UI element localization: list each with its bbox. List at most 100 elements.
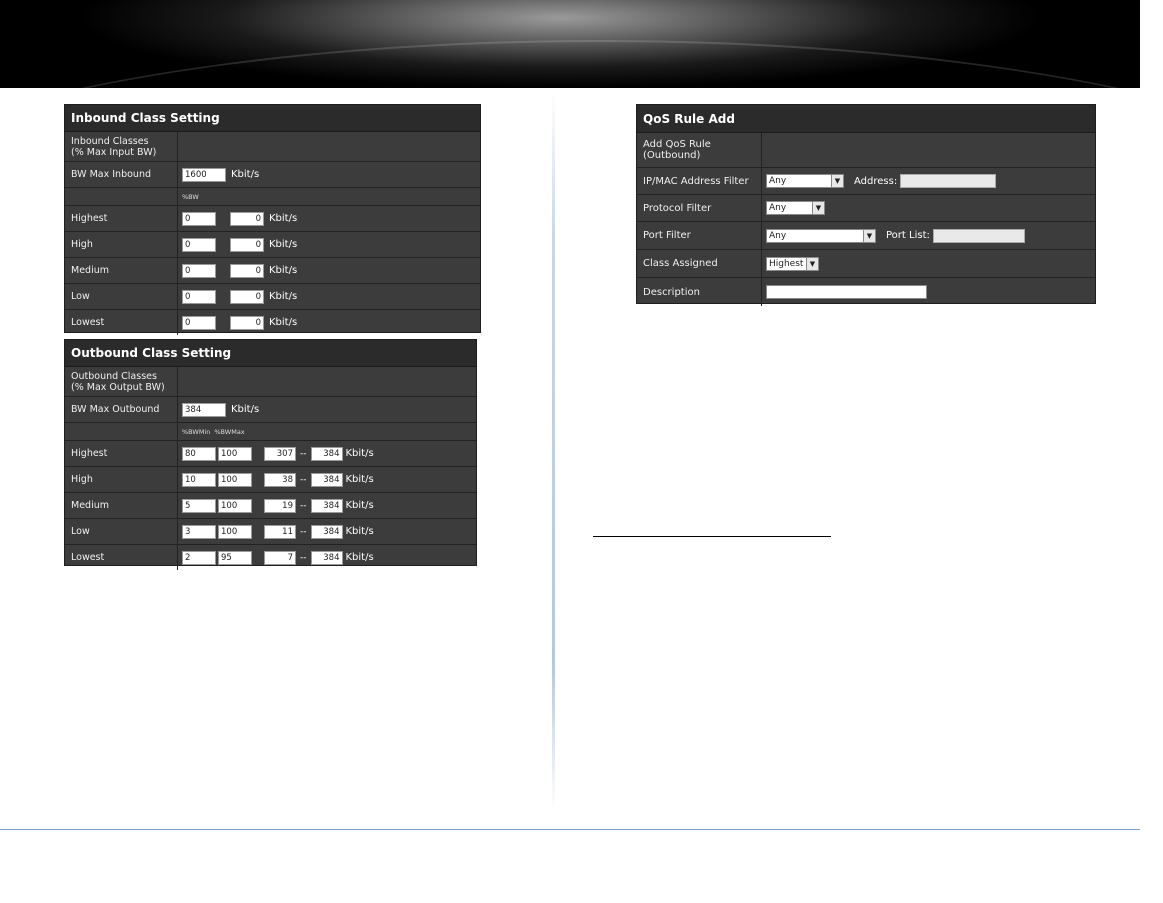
bwmin-input[interactable]: 10 bbox=[182, 472, 216, 487]
port-list-input[interactable] bbox=[932, 228, 1025, 243]
kbit-max-value: 384 bbox=[310, 446, 343, 461]
inbound-class-row: Lowest 0 0 Kbit/s bbox=[65, 310, 480, 335]
chevron-down-icon: ▼ bbox=[806, 257, 818, 270]
range-separator: -- bbox=[300, 500, 307, 511]
protocol-filter-select[interactable]: Any ▼ bbox=[766, 201, 825, 215]
bwmin-input[interactable]: 3 bbox=[182, 524, 216, 539]
page-divider bbox=[552, 92, 555, 812]
unit-label: Kbit/s bbox=[345, 500, 374, 511]
unit-label: Kbit/s bbox=[345, 474, 374, 485]
kbit-min-value: 7 bbox=[264, 550, 296, 565]
text-underline bbox=[593, 536, 831, 537]
range-separator: -- bbox=[300, 474, 307, 485]
outbound-class-row: High 10 100 38 -- 384 Kbit/s bbox=[65, 467, 476, 493]
inbound-class-label: Medium bbox=[65, 258, 178, 283]
outbound-class-row: Lowest 2 95 7 -- 384 Kbit/s bbox=[65, 545, 476, 570]
qos-title: QoS Rule Add bbox=[637, 105, 1095, 133]
kbit-max-value: 384 bbox=[310, 472, 343, 487]
ipmac-filter-label: IP/MAC Address Filter bbox=[637, 168, 762, 194]
outbound-class-panel: Outbound Class Setting Outbound Classes … bbox=[64, 339, 477, 570]
bw-max-outbound-input[interactable]: 384 bbox=[182, 402, 226, 417]
outbound-classes-row: Outbound Classes (% Max Output BW) bbox=[65, 367, 476, 397]
inbound-class-label: Lowest bbox=[65, 310, 178, 335]
bwmin-header: %BWMin bbox=[182, 427, 211, 436]
port-filter-value: Any bbox=[769, 230, 787, 241]
bwmax-input[interactable]: 100 bbox=[218, 472, 252, 487]
chevron-down-icon: ▼ bbox=[863, 229, 875, 242]
unit-label: Kbit/s bbox=[231, 404, 260, 415]
ipmac-filter-row: IP/MAC Address Filter Any ▼ Address: bbox=[637, 168, 1095, 195]
description-input[interactable] bbox=[766, 285, 927, 299]
inbound-classes-row: Inbound Classes (% Max Input BW) bbox=[65, 132, 480, 162]
port-list-label: Port List: bbox=[886, 230, 930, 241]
inbound-class-label: Highest bbox=[65, 206, 178, 231]
outbound-class-row: Low 3 100 11 -- 384 Kbit/s bbox=[65, 519, 476, 545]
outbound-class-row: Medium 5 100 19 -- 384 Kbit/s bbox=[65, 493, 476, 519]
class-assigned-label: Class Assigned bbox=[637, 250, 762, 277]
class-assigned-select[interactable]: Highest ▼ bbox=[766, 256, 819, 271]
bwmax-input[interactable]: 100 bbox=[218, 446, 252, 461]
unit-label: Kbit/s bbox=[269, 291, 298, 302]
ipmac-filter-value: Any bbox=[769, 176, 787, 186]
kbit-min-value: 11 bbox=[264, 524, 296, 539]
inbound-class-panel: Inbound Class Setting Inbound Classes (%… bbox=[64, 104, 481, 335]
inbound-class-row: Low 0 0 Kbit/s bbox=[65, 284, 480, 310]
bwmax-input[interactable]: 95 bbox=[218, 550, 252, 565]
inbound-class-label: High bbox=[65, 232, 178, 257]
unit-label: Kbit/s bbox=[345, 448, 374, 459]
protocol-filter-label: Protocol Filter bbox=[637, 195, 762, 221]
protocol-filter-row: Protocol Filter Any ▼ bbox=[637, 195, 1095, 222]
port-filter-row: Port Filter Any ▼ Port List: bbox=[637, 222, 1095, 250]
ipmac-filter-select[interactable]: Any ▼ bbox=[766, 174, 844, 188]
inbound-class-row: High 0 0 Kbit/s bbox=[65, 232, 480, 258]
inbound-classes-label: Inbound Classes (% Max Input BW) bbox=[65, 132, 178, 161]
inbound-kbit-input[interactable]: 0 bbox=[230, 289, 264, 304]
inbound-percent-input[interactable]: 0 bbox=[182, 289, 216, 304]
inbound-percent-input[interactable]: 0 bbox=[182, 237, 216, 252]
class-assigned-value: Highest bbox=[769, 258, 804, 269]
description-label: Description bbox=[637, 278, 762, 306]
outbound-class-label: Low bbox=[65, 519, 178, 544]
outbound-title: Outbound Class Setting bbox=[65, 340, 476, 367]
range-separator: -- bbox=[300, 526, 307, 537]
add-qos-label: Add QoS Rule (Outbound) bbox=[637, 133, 762, 167]
unit-label: Kbit/s bbox=[345, 526, 374, 537]
bwmax-input[interactable]: 100 bbox=[218, 524, 252, 539]
port-filter-select[interactable]: Any ▼ bbox=[766, 228, 876, 243]
inbound-kbit-input[interactable]: 0 bbox=[230, 237, 264, 252]
bw-max-outbound-row: BW Max Outbound 384 Kbit/s bbox=[65, 397, 476, 423]
kbit-max-value: 384 bbox=[310, 550, 343, 565]
banner-decoration bbox=[0, 0, 1140, 88]
protocol-filter-value: Any bbox=[769, 203, 787, 213]
class-assigned-row: Class Assigned Highest ▼ bbox=[637, 250, 1095, 278]
bwmax-input[interactable]: 100 bbox=[218, 498, 252, 513]
bwmin-input[interactable]: 2 bbox=[182, 550, 216, 565]
address-label: Address: bbox=[854, 175, 898, 187]
percent-bw-header: %BW bbox=[182, 192, 199, 201]
port-filter-label: Port Filter bbox=[637, 222, 762, 249]
kbit-min-value: 19 bbox=[264, 498, 296, 513]
outbound-class-label: High bbox=[65, 467, 178, 492]
inbound-percent-input[interactable]: 0 bbox=[182, 315, 216, 330]
inbound-percent-input[interactable]: 0 bbox=[182, 263, 216, 278]
inbound-kbit-input[interactable]: 0 bbox=[230, 211, 264, 226]
inbound-kbit-input[interactable]: 0 bbox=[230, 263, 264, 278]
kbit-min-value: 307 bbox=[264, 446, 296, 461]
inbound-class-row: Highest 0 0 Kbit/s bbox=[65, 206, 480, 232]
unit-label: Kbit/s bbox=[231, 169, 260, 180]
bw-max-inbound-label: BW Max Inbound bbox=[65, 162, 178, 187]
bw-max-inbound-input[interactable]: 1600 bbox=[182, 167, 226, 182]
qos-rule-panel: QoS Rule Add Add QoS Rule (Outbound) IP/… bbox=[636, 104, 1096, 306]
inbound-kbit-input[interactable]: 0 bbox=[230, 315, 264, 330]
address-input[interactable] bbox=[900, 174, 997, 188]
outbound-header-row: %BWMin %BWMax bbox=[65, 423, 476, 441]
bwmin-input[interactable]: 5 bbox=[182, 498, 216, 513]
bwmax-header: %BWMax bbox=[214, 427, 245, 436]
inbound-percent-input[interactable]: 0 bbox=[182, 211, 216, 226]
inbound-header-row: %BW bbox=[65, 188, 480, 206]
outbound-class-label: Lowest bbox=[65, 545, 178, 570]
outbound-classes-label: Outbound Classes (% Max Output BW) bbox=[65, 367, 178, 396]
outbound-class-label: Highest bbox=[65, 441, 178, 466]
bwmin-input[interactable]: 80 bbox=[182, 446, 216, 461]
chevron-down-icon: ▼ bbox=[831, 175, 843, 187]
